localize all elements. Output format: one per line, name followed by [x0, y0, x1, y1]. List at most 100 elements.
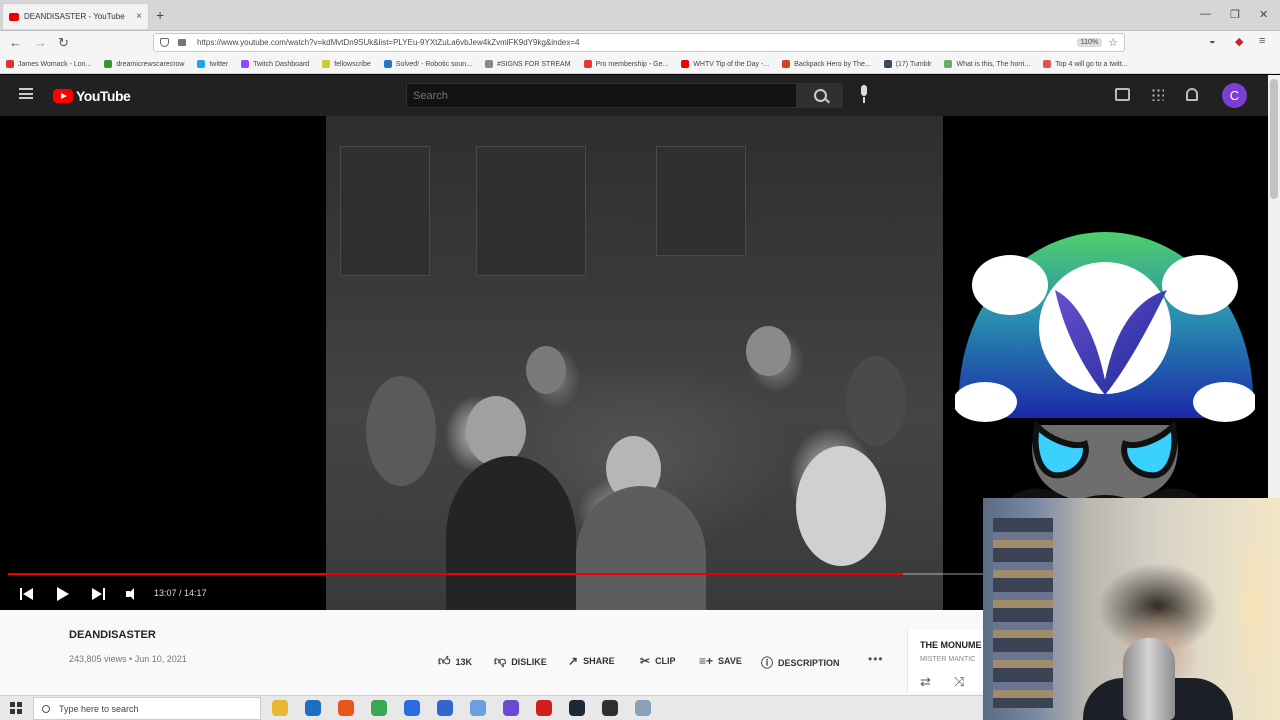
bookmark-label: (17) Tumblr — [895, 60, 932, 68]
file-explorer-icon[interactable] — [272, 700, 288, 716]
extension-icon[interactable]: ◆ — [1235, 35, 1243, 48]
bookmark-item[interactable]: Pro membership - Ge... — [583, 60, 669, 68]
microphone-icon[interactable] — [857, 85, 871, 105]
youtube-header: YouTube C — [0, 75, 1268, 116]
bookmark-label: What is this, The horri... — [956, 60, 1031, 68]
taskbar-search-placeholder: Type here to search — [59, 703, 139, 714]
forward-arrow-icon[interactable]: → — [34, 35, 47, 50]
bookmark-favicon-icon — [383, 60, 392, 68]
notifications-bell-icon[interactable] — [1186, 88, 1198, 101]
account-avatar[interactable]: C — [1222, 83, 1247, 108]
bookmark-favicon-icon — [583, 60, 592, 68]
playlist-card[interactable]: THE MONUME MISTER MANTIC ⇄ ⤨ — [907, 630, 987, 692]
tab-close-icon[interactable]: × — [136, 11, 142, 22]
record-app-icon[interactable] — [536, 700, 552, 716]
bookmark-favicon-icon — [485, 60, 494, 68]
share-button[interactable]: ↗ SHARE — [568, 654, 615, 668]
bookmark-item[interactable]: dreamicrewscarecrow — [104, 60, 184, 68]
url-bar[interactable]: https://www.youtube.com/watch?v=kdMvtDn9… — [153, 33, 1125, 52]
mail-icon[interactable] — [305, 700, 321, 716]
play-button-icon[interactable] — [57, 587, 69, 601]
bookmark-item[interactable]: Twitch Dashboard — [241, 60, 309, 68]
steam-icon[interactable] — [569, 700, 585, 716]
like-button[interactable]: 👍︎ 13K — [438, 654, 472, 669]
time-display: 13:07 / 14:17 — [154, 588, 207, 598]
search-input[interactable] — [406, 83, 797, 108]
bookmark-favicon-icon — [104, 60, 113, 68]
more-options-icon[interactable]: ••• — [868, 652, 884, 666]
maximize-icon[interactable]: ❐ — [1230, 8, 1240, 21]
tab-title: DEANDISASTER - YouTube — [24, 12, 125, 21]
firefox-icon[interactable] — [338, 700, 354, 716]
bookmark-star-icon[interactable]: ☆ — [1108, 36, 1118, 49]
bookmarks-bar: James Womack - Lon... dreamicrewscarecrow… — [0, 55, 1280, 74]
crowd-person — [746, 326, 791, 376]
monitor-icon[interactable] — [635, 700, 651, 716]
zoom-level[interactable]: 110% — [1076, 38, 1103, 47]
browser-tab-strip: DEANDISASTER - YouTube × + — ❐ ✕ — [0, 0, 1280, 31]
chrome-icon[interactable] — [371, 700, 387, 716]
loop-icon[interactable]: ⇄ — [920, 674, 931, 690]
bookmark-label: Pro membership - Ge... — [595, 60, 669, 68]
menu-icon[interactable]: ≡ — [1259, 35, 1265, 47]
bookmark-item[interactable]: Solved! - Robotic soun... — [383, 60, 473, 68]
bookmark-favicon-icon — [782, 60, 791, 68]
next-video-icon[interactable] — [92, 588, 106, 600]
hamburger-menu-icon[interactable] — [19, 88, 33, 99]
volume-icon[interactable] — [126, 588, 140, 600]
search-button[interactable] — [797, 83, 843, 108]
dislike-button[interactable]: 👎︎ DISLIKE — [494, 654, 547, 669]
minimize-icon[interactable]: — — [1200, 8, 1211, 20]
bookmark-item[interactable]: What is this, The horri... — [944, 60, 1030, 68]
bookmark-item[interactable]: (17) Tumblr — [883, 60, 932, 68]
bookmark-item[interactable]: twitter — [197, 60, 228, 68]
playlist-card-subtitle: MISTER MANTIC — [920, 656, 976, 663]
description-label: DESCRIPTION — [778, 657, 840, 668]
window-close-icon[interactable]: ✕ — [1259, 8, 1268, 21]
bookmark-favicon-icon — [197, 60, 206, 68]
bookmark-item[interactable]: James Womack - Lon... — [6, 60, 91, 68]
url-text[interactable]: https://www.youtube.com/watch?v=kdMvtDn9… — [197, 38, 1077, 47]
taskbar-search[interactable]: Type here to search — [33, 697, 261, 720]
shuffle-icon[interactable]: ⤨ — [954, 674, 964, 690]
clip-button[interactable]: ✂ CLIP — [640, 654, 676, 668]
duration: 14:17 — [184, 588, 207, 598]
video-frame[interactable] — [326, 116, 943, 610]
bookmark-item[interactable]: Backpack Hero by The... — [782, 60, 871, 68]
create-video-icon[interactable] — [1115, 88, 1130, 101]
bookmark-item[interactable]: fellowscribe — [322, 60, 371, 68]
previous-video-icon[interactable] — [20, 588, 34, 600]
crowd-person — [446, 456, 576, 610]
crowd-person — [846, 356, 906, 446]
bookmark-label: #SIGNS FOR STREAM — [497, 60, 571, 68]
chat-icon[interactable] — [470, 700, 486, 716]
like-count: 13K — [455, 656, 473, 667]
bookmark-favicon-icon — [241, 60, 250, 68]
app-k-icon[interactable] — [404, 700, 420, 716]
browser-tab[interactable]: DEANDISASTER - YouTube × — [2, 3, 149, 29]
reload-icon[interactable]: ↻ — [58, 35, 69, 51]
bookmark-item[interactable]: #SIGNS FOR STREAM — [485, 60, 571, 68]
bookmark-item[interactable]: Top 4 will go to a twitt... — [1043, 60, 1128, 68]
tracking-shield-icon[interactable] — [160, 38, 169, 47]
lock-icon[interactable] — [178, 39, 186, 46]
bookmark-favicon-icon — [944, 60, 953, 68]
refresh-app-icon[interactable] — [503, 700, 519, 716]
thumbs-up-icon: 👍︎ — [438, 654, 451, 668]
description-button[interactable]: ⓘ DESCRIPTION — [761, 654, 840, 671]
obs-icon[interactable] — [602, 700, 618, 716]
scrollbar-thumb[interactable] — [1270, 79, 1278, 199]
bookmark-label: Solved! - Robotic soun... — [395, 60, 473, 68]
youtube-logo[interactable]: YouTube — [53, 88, 131, 104]
new-tab-icon[interactable]: + — [156, 7, 164, 23]
dislike-label: DISLIKE — [511, 656, 547, 667]
headset-icon[interactable] — [437, 700, 453, 716]
pocket-icon[interactable]: ◒ — [1209, 35, 1216, 47]
apps-grid-icon[interactable] — [1151, 88, 1164, 101]
back-arrow-icon[interactable]: ← — [9, 35, 22, 50]
bookmark-item[interactable]: WHTV Tip of the Day -... — [681, 60, 769, 68]
progress-bar-fill[interactable] — [8, 573, 904, 575]
youtube-play-logo-icon — [53, 89, 73, 103]
windows-start-icon[interactable] — [10, 702, 22, 714]
save-button[interactable]: ≡+ SAVE — [699, 654, 742, 668]
